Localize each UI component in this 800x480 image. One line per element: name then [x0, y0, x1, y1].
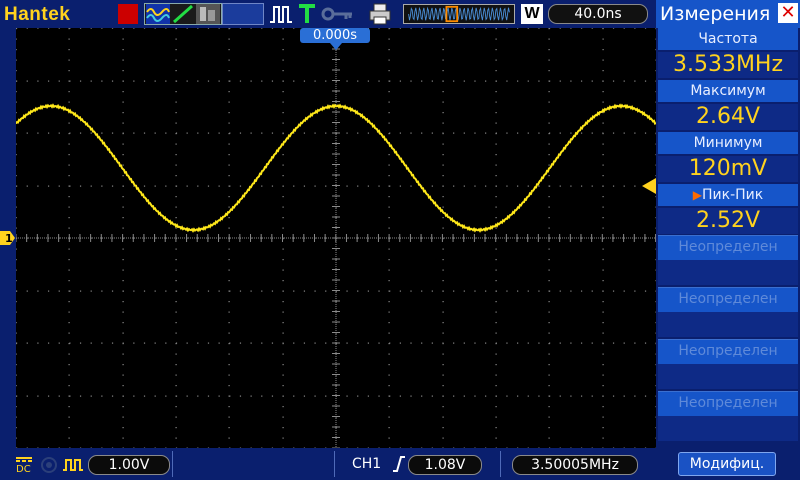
top-toolbar: Hantek W 40.0ns: [0, 0, 656, 28]
close-icon[interactable]: ✕: [778, 3, 798, 23]
measure-value-pkpk: 2.52V: [658, 208, 798, 234]
trigger-position-readout[interactable]: 0.000s: [300, 28, 370, 43]
measurement-panel: Измерения ✕ Частота 3.533MHz Максимум 2.…: [656, 0, 800, 480]
measure-value-frequency: 3.533MHz: [658, 52, 798, 78]
divider: [334, 451, 335, 477]
memory-overview[interactable]: [403, 4, 515, 24]
measure-label-pkpk-text: Пик-Пик: [702, 187, 764, 203]
trigger-edge-icon[interactable]: [392, 455, 406, 473]
printer-icon[interactable]: [368, 2, 392, 26]
measure-label-frequency[interactable]: Частота: [658, 28, 798, 50]
trigger-position-marker: [330, 43, 342, 50]
measure-slot-value: [658, 312, 798, 337]
measure-slot-value: [658, 260, 798, 285]
undefined-label: Неопределен: [678, 343, 778, 359]
modify-button[interactable]: Модифиц.: [678, 452, 776, 476]
trigger-t-icon[interactable]: [296, 3, 318, 25]
key-icon[interactable]: [320, 3, 356, 25]
scope-display[interactable]: [16, 28, 656, 448]
undefined-label: Неопределен: [678, 239, 778, 255]
invert-icon[interactable]: [40, 456, 58, 474]
measure-slot-value: [658, 364, 798, 389]
trigger-level-marker[interactable]: [642, 178, 656, 194]
line-icon[interactable]: [171, 4, 195, 24]
ch1-marker-icon[interactable]: 1: [0, 230, 16, 246]
measure-slot-5[interactable]: Неопределен: [658, 235, 798, 285]
measure-value-max: 2.64V: [658, 104, 798, 130]
panel-title: Измерения: [660, 3, 771, 25]
svg-text:1: 1: [5, 232, 13, 245]
run-stop-icon[interactable]: [118, 4, 138, 24]
measure-label-max[interactable]: Максимум: [658, 80, 798, 102]
waveform-icon[interactable]: [146, 4, 170, 24]
selected-arrow-icon: ▶: [692, 188, 702, 202]
measure-slot-6[interactable]: Неопределен: [658, 287, 798, 337]
measure-label-min[interactable]: Минимум: [658, 132, 798, 154]
waveform-window-badge[interactable]: W: [521, 4, 543, 24]
empty-slot: [222, 3, 264, 25]
pulse-icon[interactable]: [268, 3, 294, 25]
coupling-text: DC: [16, 464, 31, 473]
undefined-label: Неопределен: [678, 395, 778, 411]
display-mode-group: [144, 3, 222, 25]
ch1-volts-readout[interactable]: 1.00V: [88, 455, 170, 475]
timebase-readout[interactable]: 40.0ns: [548, 4, 648, 24]
measure-value-min: 120mV: [658, 156, 798, 182]
trigger-level-readout[interactable]: 1.08V: [408, 455, 482, 475]
measure-label-pkpk[interactable]: ▶Пик-Пик: [658, 184, 798, 206]
divider: [172, 451, 173, 477]
panel-header: Измерения ✕: [656, 0, 800, 28]
brand-logo: Hantek: [4, 4, 71, 25]
undefined-label: Неопределен: [678, 291, 778, 307]
divider: [500, 451, 501, 477]
bandwidth-limit-icon[interactable]: [62, 456, 84, 474]
trigger-channel-label[interactable]: CH1: [352, 456, 381, 472]
measure-slot-7[interactable]: Неопределен: [658, 339, 798, 389]
dots-icon[interactable]: [196, 4, 220, 24]
measure-slot-8[interactable]: Неопределен: [658, 391, 798, 441]
measure-slot-value: [658, 416, 798, 441]
frequency-counter-readout[interactable]: 3.50005MHz: [512, 455, 638, 475]
dc-coupling-icon[interactable]: DC: [14, 455, 34, 473]
